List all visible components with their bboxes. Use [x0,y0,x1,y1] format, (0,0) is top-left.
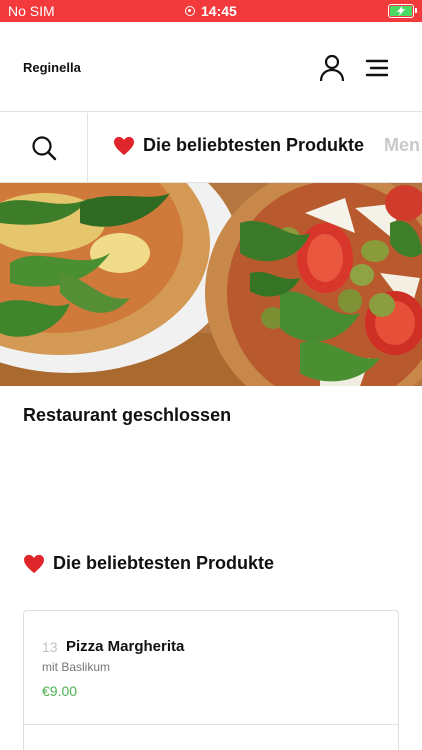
tab-label: Die beliebtesten Produkte [143,135,365,155]
tab-menu[interactable]: Men [384,135,420,156]
heart-icon [24,554,44,573]
product-item[interactable]: 13 Pizza Margherita mit Baslikum €9.00 [24,611,398,725]
product-list: 13 Pizza Margherita mit Baslikum €9.00 [23,610,399,750]
category-nav: Die beliebtesten Produkte Men [0,113,422,183]
user-icon [319,54,345,82]
menu-button[interactable] [364,56,390,80]
hero-image [0,183,422,386]
status-center: 14:45 [185,3,237,19]
app-header: Reginella [0,22,422,112]
pizza-photo [0,183,422,386]
brand-name[interactable]: Reginella [23,60,81,75]
heart-icon [114,136,134,155]
product-price: €9.00 [42,683,78,699]
battery-icon [388,4,417,18]
restaurant-status: Restaurant geschlossen [23,405,232,425]
hamburger-menu-icon [365,59,389,77]
product-name: Pizza Margherita [66,638,185,655]
status-time: 14:45 [201,3,237,19]
battery-fill [390,6,412,16]
product-description: mit Baslikum [42,660,111,674]
carrier-label: No SIM [8,3,55,19]
status-bar: No SIM 14:45 [0,0,422,22]
search-button[interactable] [0,113,88,182]
user-account-button[interactable] [318,54,346,82]
charging-bolt-icon [397,6,405,16]
tab-label: Men [384,135,420,155]
search-icon [31,136,56,161]
section-title-text: Die beliebtesten Produkte [53,553,275,573]
section-title-popular: Die beliebtesten Produkte [23,553,274,574]
location-icon [185,6,195,16]
tab-popular-products[interactable]: Die beliebtesten Produkte [113,135,364,156]
product-number: 13 [42,639,58,655]
